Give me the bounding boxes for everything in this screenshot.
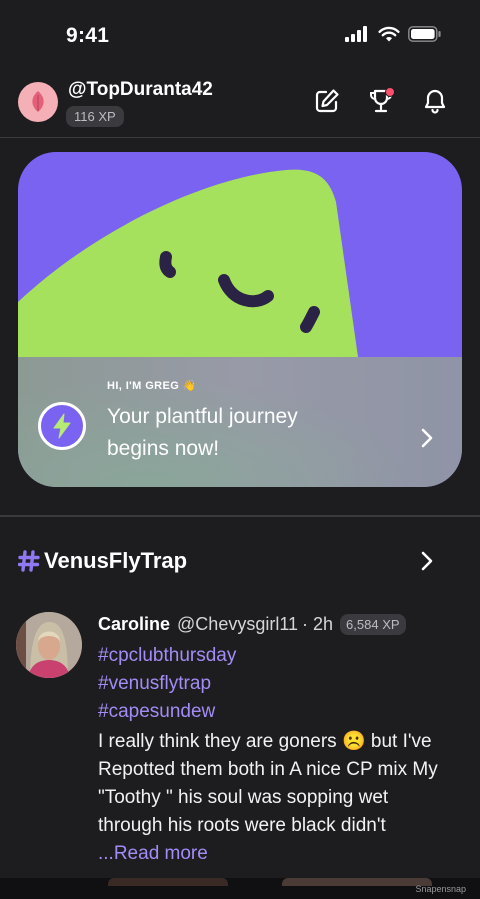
- post-tags: #cpclubthursday #venusflytrap #capesunde…: [98, 642, 236, 726]
- section-divider: [0, 515, 480, 517]
- battery-icon: [408, 26, 441, 42]
- hashtag-link[interactable]: #capesundew: [98, 698, 236, 726]
- post-body: I really think they are goners ☹️ but I'…: [98, 728, 448, 868]
- channel-header[interactable]: VenusFlyTrap: [0, 544, 480, 578]
- post-xp-badge: 6,584 XP: [340, 614, 406, 635]
- read-more-link[interactable]: ...Read more: [98, 843, 208, 864]
- avatar[interactable]: [18, 82, 58, 122]
- leaf-icon: [32, 91, 44, 112]
- achievements-button[interactable]: [366, 86, 396, 116]
- status-time: 9:41: [66, 24, 110, 47]
- status-bar: 9:41: [0, 0, 480, 70]
- hashtag-link[interactable]: #cpclubthursday: [98, 642, 236, 670]
- chevron-right-icon[interactable]: [420, 427, 434, 449]
- hashtag-icon: [18, 550, 40, 572]
- chevron-right-icon[interactable]: [420, 550, 434, 572]
- compose-button[interactable]: [312, 86, 342, 116]
- author-photo: [16, 612, 82, 678]
- post-author-handle[interactable]: @Chevysgirl11: [177, 614, 298, 635]
- wifi-icon: [378, 26, 400, 42]
- bolt-icon: [53, 413, 71, 439]
- greg-mascot-illustration: [18, 169, 358, 357]
- compose-icon: [315, 89, 339, 113]
- bell-icon: [424, 89, 446, 114]
- watermark: Snapensnap: [415, 884, 466, 894]
- notification-dot: [385, 87, 395, 97]
- post-author-avatar[interactable]: [16, 612, 82, 678]
- greg-onboarding-card[interactable]: HI, I'M GREG 👋 Your plantful journey beg…: [18, 152, 462, 487]
- post-image-preview[interactable]: [282, 878, 432, 886]
- notifications-button[interactable]: [420, 86, 450, 116]
- post-timestamp: · 2h: [302, 614, 334, 634]
- greg-eyebrow: HI, I'M GREG 👋: [107, 380, 197, 392]
- cellular-signal-icon: [345, 26, 367, 42]
- profile-header: @TopDuranta42 116 XP: [0, 72, 480, 138]
- post-author-name[interactable]: Caroline: [98, 614, 170, 635]
- greg-title: Your plantful journey begins now!: [107, 405, 298, 460]
- post-meta: Caroline @Chevysgirl11 · 2h 6,584 XP: [98, 614, 406, 635]
- header-actions: [312, 86, 450, 116]
- greg-card-footer: HI, I'M GREG 👋 Your plantful journey beg…: [18, 357, 462, 487]
- hashtag-link[interactable]: #venusflytrap: [98, 670, 236, 698]
- status-icons: [345, 26, 442, 42]
- username[interactable]: @TopDuranta42: [68, 79, 213, 101]
- channel-name: VenusFlyTrap: [44, 548, 188, 573]
- post-body-text: I really think they are goners ☹️ but I'…: [98, 731, 438, 836]
- bolt-badge: [38, 402, 86, 450]
- xp-badge: 116 XP: [66, 106, 124, 127]
- post-image-preview[interactable]: [108, 878, 228, 886]
